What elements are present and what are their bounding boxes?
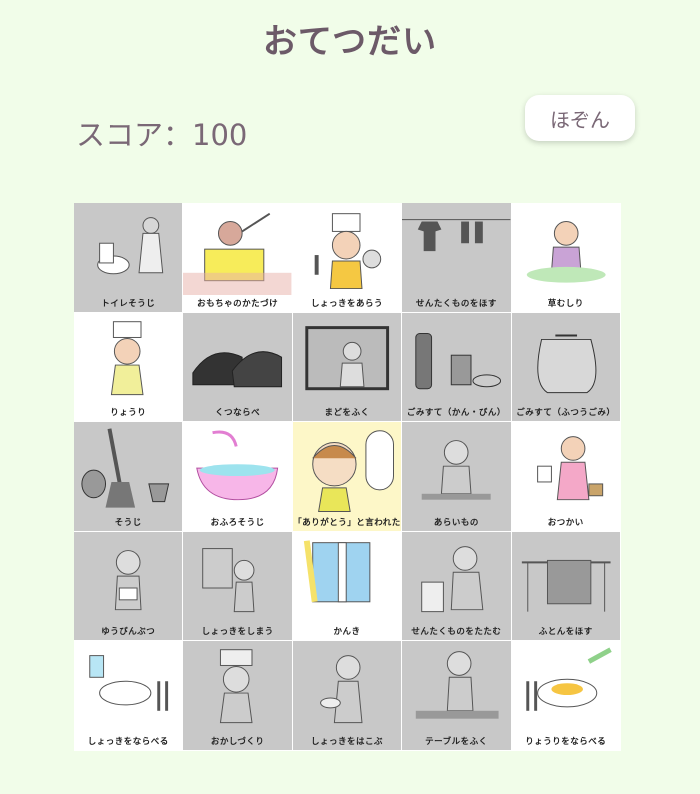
chore-label: おふろそうじ [210, 517, 265, 528]
chore-label: りょうり [110, 408, 147, 419]
chore-cell[interactable]: しょっきをならべる [74, 641, 184, 751]
chore-label: あらいもの [433, 517, 479, 528]
toilet-cleaning-icon [97, 217, 164, 275]
laundry-folding-icon [421, 545, 484, 612]
chore-cell[interactable]: ゆうびんぶつ [74, 531, 184, 642]
serving-food-icon [525, 647, 612, 712]
chore-cell[interactable]: りょうりをならべる [511, 641, 621, 751]
bathtub-icon [196, 430, 279, 501]
weeding-icon [526, 221, 606, 283]
chore-label: せんたくものをほす [415, 298, 497, 309]
thank-you-icon [312, 430, 394, 513]
chore-cell[interactable]: テーブルをふく [402, 641, 512, 751]
errand-icon [536, 436, 603, 501]
broom-icon [81, 428, 170, 508]
cans-bottles-icon [415, 332, 502, 389]
chore-cell[interactable]: ふとんをほす [511, 531, 621, 642]
chore-cell[interactable]: そうじ [74, 422, 184, 532]
chore-label: ゆうびんぶつ [101, 627, 156, 638]
chore-label: せんたくものをたたむ [411, 627, 502, 638]
chore-label: ふとんをほす [538, 627, 593, 638]
chore-cell[interactable]: しょっきをはこぶ [292, 641, 403, 751]
baking-icon [220, 649, 253, 724]
page-title: おてつだい [262, 22, 438, 62]
window-wiping-icon [305, 325, 389, 390]
chore-label: おつかい [547, 517, 584, 528]
ventilation-icon [303, 540, 371, 603]
chore-cell[interactable]: トイレそうじ [74, 203, 184, 313]
chore-label: テーブルをふく [425, 736, 488, 747]
chore-label: そうじ [114, 517, 142, 528]
save-button[interactable]: ほぞん [525, 95, 635, 141]
laundry-hanging-icon [402, 219, 511, 252]
shoes-icon [192, 350, 283, 387]
chore-grid: トイレそうじ おもちゃのかたづけ しょっきをあらう せんたくものをほす 草むしりりょうり… [74, 203, 621, 751]
chore-cell[interactable]: おかしづくり [183, 641, 293, 751]
chore-label: まどをふく [324, 408, 370, 419]
chore-cell[interactable]: ごみすて（かん・びん） [402, 312, 512, 423]
chore-label: 「ありがとう」と言われた [293, 517, 401, 528]
chore-cell[interactable]: ごみすて（ふつうごみ） [511, 312, 621, 423]
dish-washing-icon [314, 213, 381, 290]
chore-cell[interactable]: しょっきをしまう [183, 531, 293, 642]
washing-up-icon [421, 440, 491, 500]
table-wiping-icon [415, 651, 499, 720]
chore-label: しょっきをあらう [310, 298, 383, 309]
chore-cell[interactable]: せんたくものをほす [402, 203, 512, 313]
chore-label: しょっきをはこぶ [310, 736, 383, 747]
chore-label: ごみすて（かん・びん） [406, 408, 506, 419]
chore-cell[interactable]: おつかい [511, 422, 621, 532]
mail-icon [114, 549, 142, 610]
chore-cell[interactable]: せんたくものをたたむ [402, 531, 512, 642]
dishes-away-icon [202, 547, 255, 612]
chore-cell[interactable]: まどをふく [292, 312, 403, 423]
garbage-bag-icon [536, 334, 596, 393]
chore-cell[interactable]: あらいもの [402, 422, 512, 532]
chore-cell[interactable]: 草むしり [511, 203, 621, 313]
chore-label: 草むしり [547, 298, 584, 309]
chore-label: おかしづくり [210, 736, 265, 747]
futon-icon [521, 559, 611, 612]
chore-label: おもちゃのかたづけ [197, 298, 279, 309]
chore-label: しょっきをしまう [201, 627, 274, 638]
chore-label: りょうりをならべる [525, 736, 607, 747]
cooking-icon [110, 320, 144, 395]
chore-label: ごみすて（ふつうごみ） [516, 408, 616, 419]
chore-cell[interactable]: かんき [292, 531, 403, 642]
chore-label: かんき [333, 627, 361, 638]
chore-cell[interactable]: しょっきをあらう [292, 203, 403, 313]
chore-cell[interactable]: 「ありがとう」と言われた [292, 422, 403, 532]
chore-cell[interactable]: りょうり [74, 312, 184, 423]
chore-cell[interactable]: おふろそうじ [183, 422, 293, 532]
table-setting-icon [89, 655, 169, 712]
toy-box-icon [183, 212, 292, 296]
chore-cell[interactable]: くつならべ [183, 312, 293, 423]
score-display: スコア：100 [76, 118, 248, 152]
chore-label: くつならべ [215, 408, 261, 419]
chore-label: しょっきをならべる [87, 736, 169, 747]
chore-label: トイレそうじ [101, 298, 156, 309]
chore-cell[interactable]: おもちゃのかたづけ [183, 203, 293, 313]
carrying-dishes-icon [319, 655, 363, 724]
